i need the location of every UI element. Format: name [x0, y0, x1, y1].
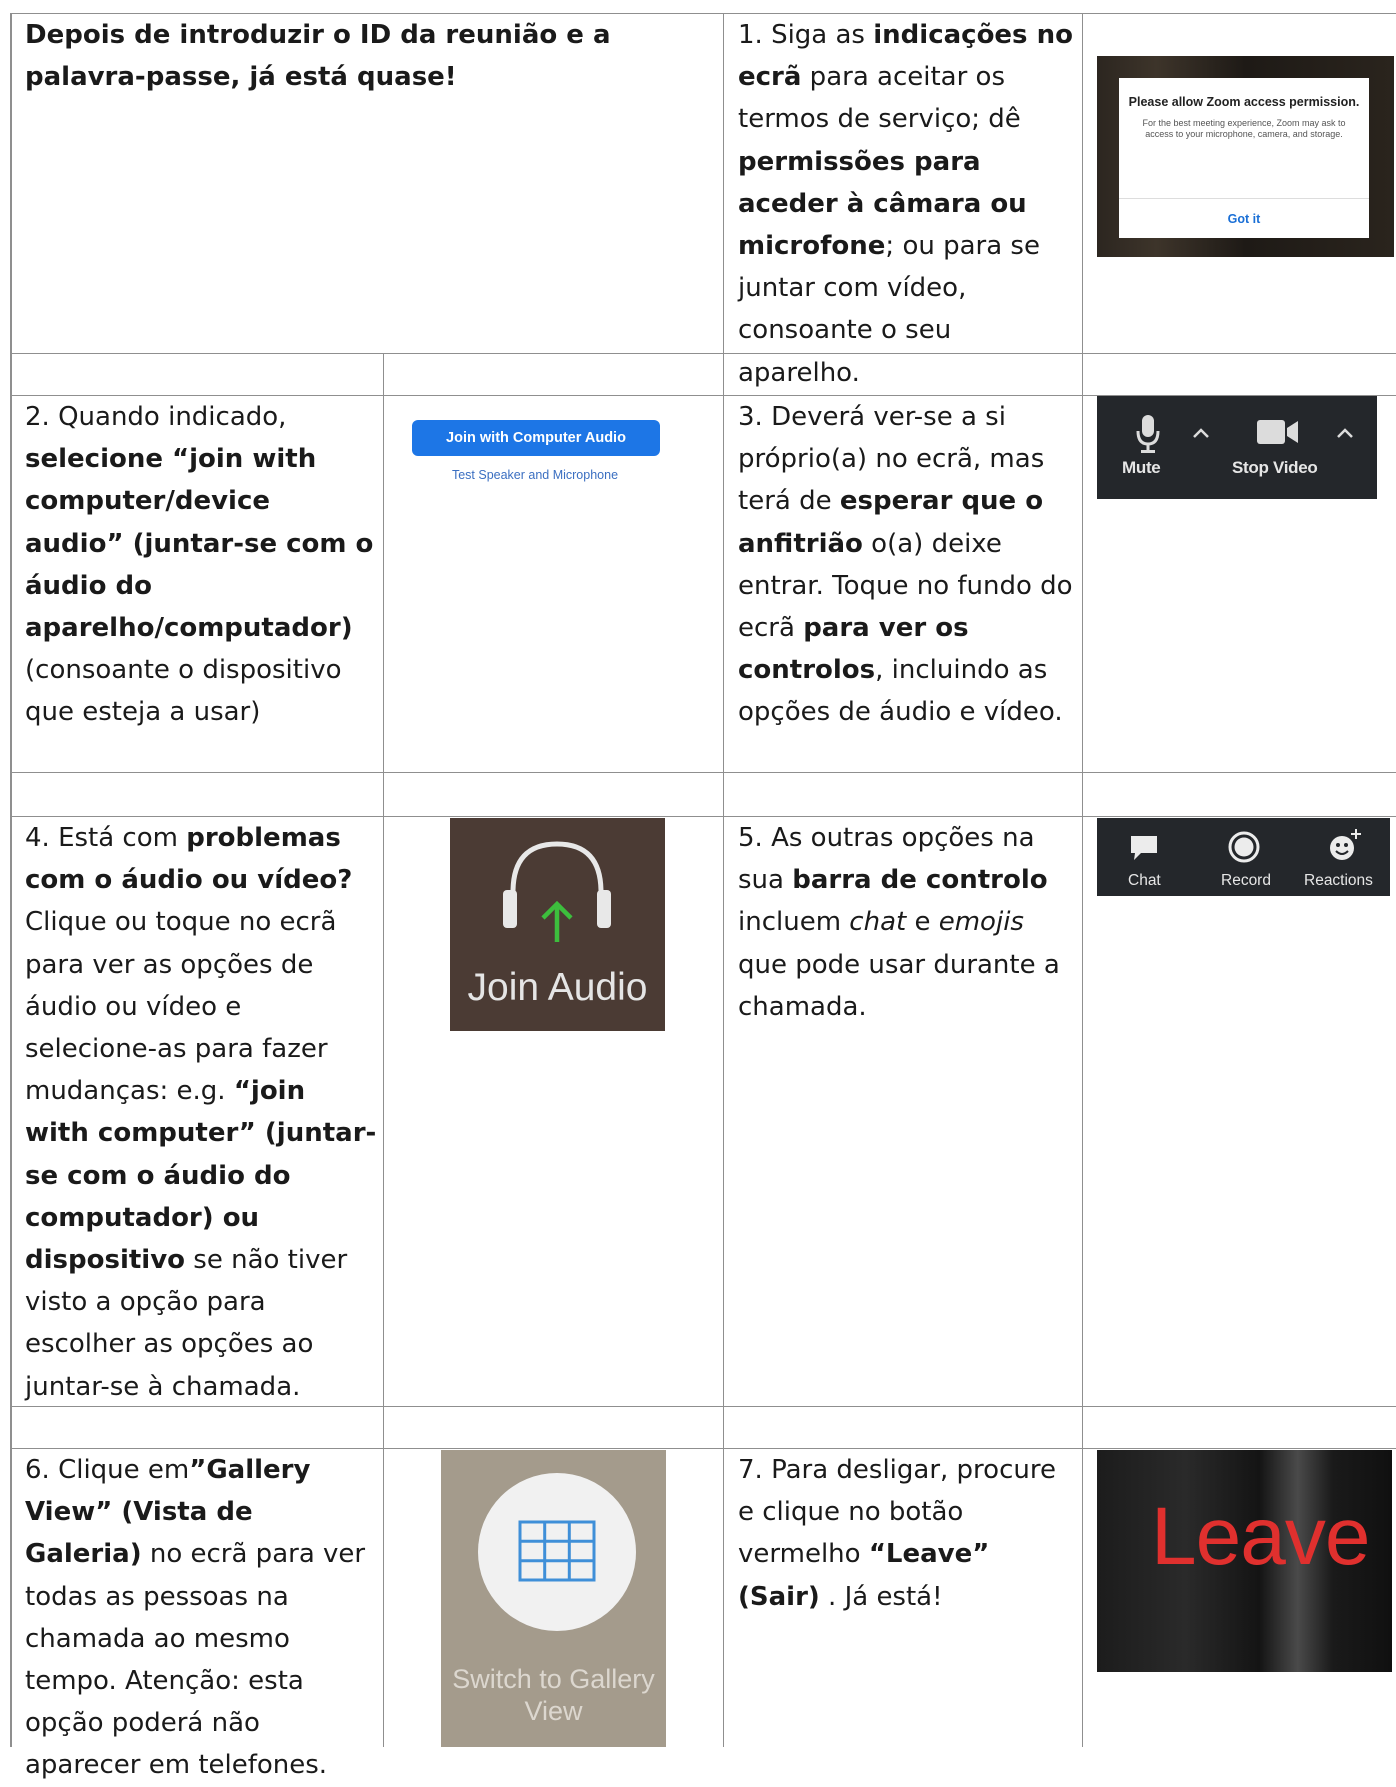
microphone-icon[interactable]	[1135, 414, 1161, 454]
grid-icon	[518, 1520, 596, 1582]
join-audio-label[interactable]: Join Audio	[450, 966, 665, 1010]
reactions-icon[interactable]	[1327, 828, 1363, 864]
headphones-icon[interactable]	[495, 832, 620, 947]
leave-button[interactable]: Leave	[1151, 1490, 1370, 1584]
intro-text: Depois de introduzir o ID da reunião e a…	[25, 20, 611, 93]
record-icon[interactable]	[1228, 831, 1260, 863]
mute-label[interactable]: Mute	[1122, 458, 1161, 478]
control-bar-screenshot: Chat Record Reactions	[1097, 818, 1390, 896]
step-1-text: 1. Siga as indicações no ecrã para aceit…	[738, 20, 1073, 388]
table-row-line	[10, 772, 1396, 773]
reactions-label[interactable]: Reactions	[1304, 872, 1373, 890]
table-col-divider-3	[1082, 14, 1083, 1747]
step-6-text: 6. Clique em”Gallery View” (Vista de Gal…	[25, 1455, 366, 1781]
step-2-text: 2. Quando indicado, selecione “join with…	[25, 402, 374, 728]
audio-video-toolbar-screenshot: Mute Stop Video	[1097, 396, 1377, 499]
permission-body: For the best meeting experience, Zoom ma…	[1142, 118, 1346, 139]
switch-to-gallery-label[interactable]: Switch to Gallery View	[441, 1663, 666, 1727]
join-computer-audio-screenshot: Join with Computer Audio Test Speaker an…	[410, 410, 660, 494]
leave-button-screenshot: Leave	[1097, 1450, 1392, 1672]
step-3-text: 3. Deverá ver-se a si próprio(a) no ecrã…	[738, 402, 1073, 728]
gallery-view-screenshot: Switch to Gallery View	[441, 1450, 666, 1747]
gallery-view-button[interactable]	[478, 1473, 636, 1631]
permission-dialog: Please allow Zoom access permission. For…	[1119, 78, 1369, 238]
stop-video-label[interactable]: Stop Video	[1232, 458, 1318, 478]
chevron-up-icon[interactable]	[1335, 426, 1355, 440]
record-label[interactable]: Record	[1221, 872, 1271, 890]
test-speaker-link[interactable]: Test Speaker and Microphone	[410, 468, 660, 482]
got-it-button[interactable]: Got it	[1119, 212, 1369, 226]
table-col-divider-2	[723, 14, 724, 1747]
zoom-permission-screenshot: Please allow Zoom access permission. For…	[1097, 56, 1394, 257]
step-5-text: 5. As outras opções na sua barra de cont…	[738, 823, 1060, 1022]
chat-icon[interactable]	[1129, 833, 1159, 863]
permission-title: Please allow Zoom access permission.	[1128, 95, 1360, 109]
join-with-computer-audio-button[interactable]: Join with Computer Audio	[412, 420, 660, 456]
chevron-up-icon[interactable]	[1191, 426, 1211, 440]
table-col-divider-1	[383, 353, 384, 1747]
video-camera-icon[interactable]	[1257, 418, 1299, 446]
join-audio-screenshot: Join Audio	[450, 818, 665, 1031]
step-4-text: 4. Está com problemas com o áudio ou víd…	[25, 823, 377, 1402]
step-7-text: 7. Para desligar, procure e clique no bo…	[738, 1455, 1056, 1612]
table-border-left	[10, 14, 12, 1747]
chat-label[interactable]: Chat	[1128, 872, 1161, 890]
table-row-line	[10, 353, 1396, 354]
